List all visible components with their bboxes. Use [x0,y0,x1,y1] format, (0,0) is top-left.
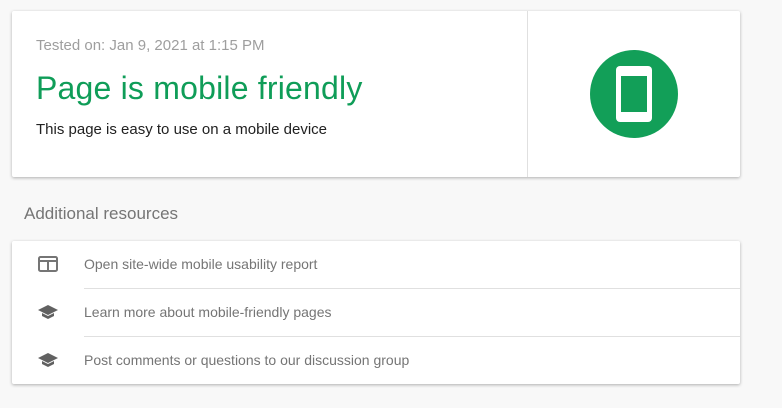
resource-label: Learn more about mobile-friendly pages [84,304,332,320]
resource-label: Post comments or questions to our discus… [84,352,410,368]
result-title: Page is mobile friendly [36,70,363,106]
result-description: This page is easy to use on a mobile dev… [36,121,327,138]
graduation-cap-icon [38,353,58,367]
tested-on-timestamp: Tested on: Jan 9, 2021 at 1:15 PM [36,37,265,54]
resource-learn-more-link[interactable]: Learn more about mobile-friendly pages [12,289,740,337]
resource-usability-report-link[interactable]: Open site-wide mobile usability report [12,241,740,289]
resource-label: Open site-wide mobile usability report [84,256,318,272]
resources-list: Open site-wide mobile usability report L… [12,241,740,384]
result-summary: Tested on: Jan 9, 2021 at 1:15 PM Page i… [12,11,528,177]
test-result-card: Tested on: Jan 9, 2021 at 1:15 PM Page i… [12,11,740,177]
graduation-cap-icon [38,305,58,319]
resource-discussion-group-link[interactable]: Post comments or questions to our discus… [12,337,740,385]
mobile-phone-icon [590,50,678,138]
additional-resources-heading: Additional resources [24,204,179,223]
report-icon [38,256,58,272]
